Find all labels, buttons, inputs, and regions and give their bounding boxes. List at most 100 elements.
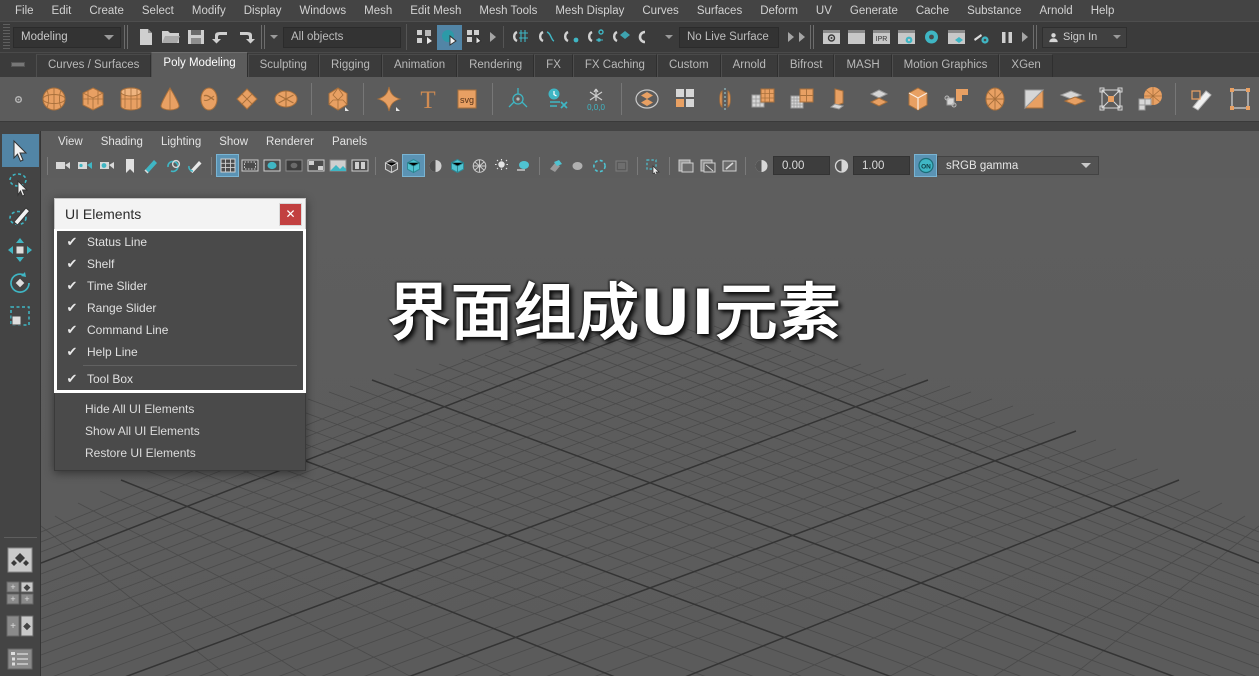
mirror-icon[interactable] [706, 79, 743, 119]
shelf-tab-xgen[interactable]: XGen [999, 54, 1053, 77]
extrude-icon[interactable] [822, 79, 859, 119]
gamma-preview-icon[interactable] [719, 155, 740, 176]
expand-render-extra-arrow[interactable] [1019, 25, 1030, 49]
paint-select-tool[interactable] [2, 200, 39, 233]
grease-pencil-icon[interactable] [185, 155, 206, 176]
grid-icon[interactable] [216, 154, 239, 177]
use-default-light-icon[interactable] [447, 155, 468, 176]
shelf-tab-custom[interactable]: Custom [656, 54, 721, 77]
shelf-tab-rendering[interactable]: Rendering [457, 54, 535, 77]
gamma-icon[interactable] [831, 155, 852, 176]
viewport-menu-show[interactable]: Show [210, 134, 257, 150]
select-camera-icon[interactable] [53, 155, 74, 176]
ui-element-toggle-tool-box[interactable]: ✔ Tool Box [57, 368, 303, 390]
viewport-menu-lighting[interactable]: Lighting [152, 134, 210, 150]
poly-cube-icon[interactable] [74, 79, 111, 119]
isolate-select-icon[interactable] [589, 155, 610, 176]
menu-item-mesh-tools[interactable]: Mesh Tools [470, 3, 546, 19]
shelf-tab-motion-graphics[interactable]: Motion Graphics [891, 54, 1000, 77]
menu-item-file[interactable]: File [6, 3, 43, 19]
ambient-occlusion-icon[interactable] [513, 155, 534, 176]
append-polygon-icon[interactable] [1054, 79, 1091, 119]
snap-to-grid-icon[interactable] [509, 25, 534, 50]
color-profile-selector[interactable]: sRGB gamma [937, 156, 1099, 175]
center-pivot-icon[interactable] [500, 79, 537, 119]
reduce-icon[interactable] [784, 79, 821, 119]
snap-to-curve-icon[interactable] [534, 25, 559, 50]
color-management-icon[interactable]: ON [914, 154, 937, 177]
snap-options-chevron-icon[interactable] [665, 35, 673, 39]
checkbox-icon[interactable]: ✔ [63, 278, 81, 294]
checkbox-icon[interactable]: ✔ [63, 234, 81, 250]
menu-item-generate[interactable]: Generate [841, 3, 907, 19]
shelf-tab-curves-surfaces[interactable]: Curves / Surfaces [36, 54, 152, 77]
ui-element-toggle-range-slider[interactable]: ✔ Range Slider [57, 297, 303, 319]
motion-blur-icon[interactable] [545, 155, 566, 176]
expand-history-arrow[interactable] [785, 25, 796, 49]
light-settings-icon[interactable] [969, 25, 994, 50]
live-surface-field[interactable]: No Live Surface [679, 26, 779, 48]
multisample-icon[interactable] [567, 155, 588, 176]
select-object-icon[interactable] [437, 24, 462, 50]
ui-element-toggle-shelf[interactable]: ✔ Shelf [57, 253, 303, 275]
poly-torus-icon[interactable] [190, 79, 227, 119]
expand-render-arrow[interactable] [796, 25, 807, 49]
shadows-icon[interactable] [491, 155, 512, 176]
menu-item-substance[interactable]: Substance [958, 3, 1030, 19]
wireframe-on-shaded-icon[interactable] [425, 155, 446, 176]
select-component-icon[interactable] [462, 25, 487, 50]
camera-settings-icon[interactable] [97, 155, 118, 176]
undo-icon[interactable] [208, 25, 233, 50]
checkbox-icon[interactable]: ✔ [63, 300, 81, 316]
menu-item-edit[interactable]: Edit [43, 3, 81, 19]
gate-mask-icon[interactable] [283, 155, 304, 176]
checkbox-icon[interactable]: ✔ [63, 256, 81, 272]
shelf-settings-gear-icon[interactable] [4, 79, 34, 119]
separate-icon[interactable] [668, 79, 705, 119]
close-icon[interactable]: ✕ [279, 202, 302, 226]
dialog-action-hide-all-ui-elements[interactable]: Hide All UI Elements [55, 398, 305, 420]
menu-item-uv[interactable]: UV [807, 3, 841, 19]
menu-item-arnold[interactable]: Arnold [1030, 3, 1081, 19]
resolution-gate-icon[interactable] [261, 155, 282, 176]
shelf-tab-mash[interactable]: MASH [834, 54, 892, 77]
xray-joints-icon[interactable] [675, 155, 696, 176]
two-pane-layout[interactable]: + ◆ [2, 610, 39, 643]
quad-draw-icon[interactable] [1132, 79, 1169, 119]
menu-item-windows[interactable]: Windows [290, 3, 355, 19]
shelf-tab-fx[interactable]: FX [534, 54, 573, 77]
menu-item-mesh-display[interactable]: Mesh Display [546, 3, 633, 19]
shelf-tab-rigging[interactable]: Rigging [318, 54, 382, 77]
lasso-tool[interactable] [2, 167, 39, 200]
selection-mask-dropdown-icon[interactable] [270, 35, 278, 39]
magnet-icon[interactable] [634, 25, 659, 50]
smooth-icon[interactable] [745, 79, 782, 119]
poly-sphere-icon[interactable] [36, 79, 73, 119]
safe-title-icon[interactable] [349, 155, 370, 176]
render-settings-icon[interactable] [894, 25, 919, 50]
field-chart-icon[interactable] [305, 155, 326, 176]
outliner-persp-layout[interactable] [2, 643, 39, 676]
select-hierarchy-icon[interactable] [412, 25, 437, 50]
shelf-tab-bifrost[interactable]: Bifrost [777, 54, 835, 77]
menu-item-cache[interactable]: Cache [907, 3, 958, 19]
render-view-icon[interactable] [944, 25, 969, 50]
four-view-layout[interactable]: + ◆ + + [2, 577, 39, 610]
ui-element-toggle-status-line[interactable]: ✔ Status Line [57, 231, 303, 253]
exposure-preview-icon[interactable] [697, 155, 718, 176]
ui-element-toggle-command-line[interactable]: ✔ Command Line [57, 319, 303, 341]
crease-tool-icon[interactable] [1222, 79, 1259, 119]
combine-icon[interactable] [629, 79, 666, 119]
rotate-tool[interactable] [2, 266, 39, 299]
bookmark-icon[interactable] [119, 155, 140, 176]
checkbox-icon[interactable]: ✔ [63, 322, 81, 338]
poly-disc-icon[interactable] [268, 79, 305, 119]
scale-tool[interactable] [2, 300, 39, 333]
use-all-lights-icon[interactable] [469, 155, 490, 176]
menu-set-selector[interactable]: Modeling [13, 26, 121, 48]
dialog-action-restore-ui-elements[interactable]: Restore UI Elements [55, 442, 305, 464]
shelf-tab-sculpting[interactable]: Sculpting [247, 54, 319, 77]
checkbox-icon[interactable]: ✔ [63, 344, 81, 360]
menu-item-help[interactable]: Help [1082, 3, 1124, 19]
safe-action-icon[interactable] [327, 155, 348, 176]
